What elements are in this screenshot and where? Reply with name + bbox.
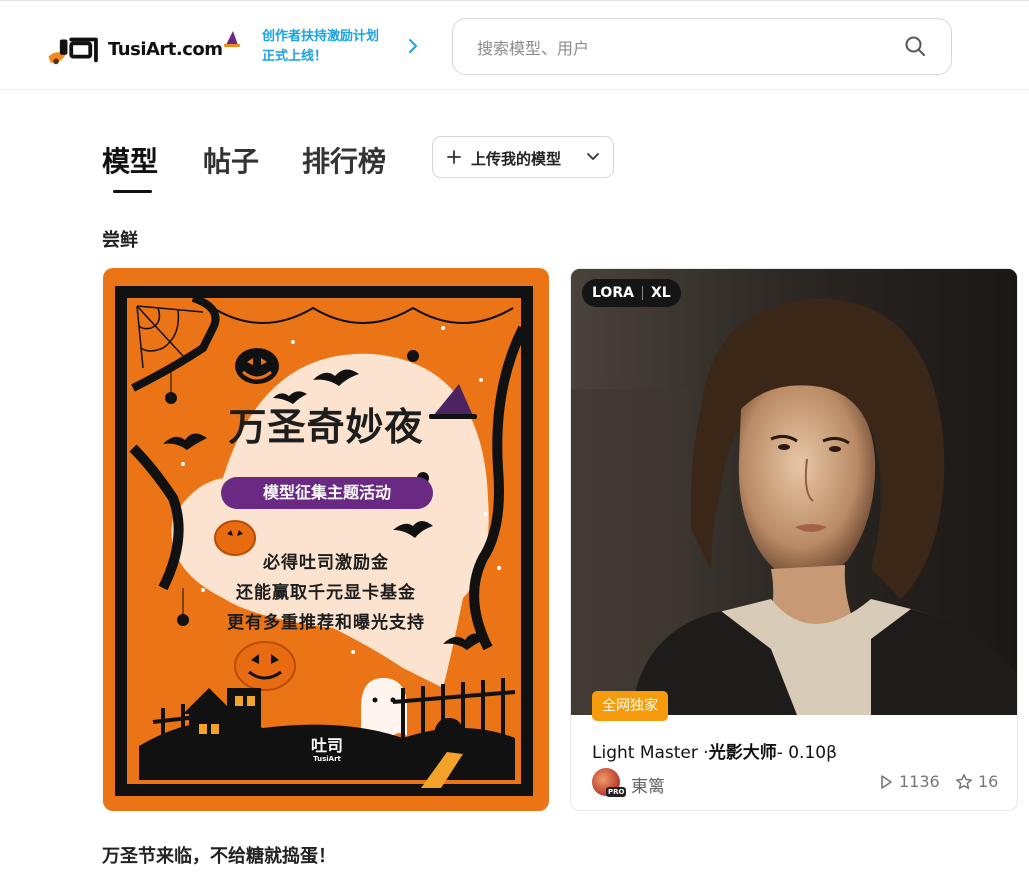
model-name-suffix: - 0.10β [776,743,837,763]
chevron-right-icon [409,39,417,53]
section-title: 尝鲜 [102,230,138,251]
witch-hat-icon [224,31,240,47]
poster-line-3: 更有多重推荐和曝光支持 [227,613,425,633]
model-cover-image: LORA XL [571,269,1017,715]
poster-title-wrap: 万圣奇妙夜 [103,396,549,451]
model-type-tag: LORA XL [582,279,681,307]
poster-title: 万圣奇妙夜 [228,405,424,449]
upload-model-label: 上传我的模型 [471,150,562,168]
pumpkin-icon [235,348,279,384]
model-name-prefix: Light Master · [592,743,709,763]
logo-text: TusiArt.com [108,38,223,60]
search-input[interactable] [477,35,877,61]
search-box[interactable] [452,18,952,75]
model-name[interactable]: Light Master ·光影大师- 0.10β [592,738,837,763]
star-icon[interactable] [955,773,973,791]
tag-lora: LORA [592,285,634,301]
star-count: 16 [978,772,999,791]
halloween-poster-art [115,286,533,796]
author-name[interactable]: 東篱 [631,772,665,797]
poster-logo: 吐司 TusiArt [307,738,347,764]
event-card-caption[interactable]: 万圣节来临，不给糖就捣蛋！ [102,842,336,868]
model-card[interactable]: LORA XL 全网独家 Light Master ·光影大师- 0.10β P… [570,268,1018,811]
play-icon [881,775,892,789]
promo-line-2: 正式上线！ [262,49,328,64]
tag-separator [641,286,643,300]
tab-posts[interactable]: 帖子 [203,140,259,180]
pumpkin-icon [234,641,296,691]
tag-xl: XL [650,285,671,301]
poster-logo-text: 吐司 [310,736,343,755]
top-header: TusiArt.com 创作者扶持激励计划 正式上线！ [0,0,1029,90]
creator-incentive-promo[interactable]: 创作者扶持激励计划 正式上线！ [262,27,422,67]
logo-mark-icon [48,37,98,65]
exclusive-badge: 全网独家 [592,691,668,721]
tab-leaderboard[interactable]: 排行榜 [302,140,386,180]
poster-line-1: 必得吐司激励金 [263,553,389,573]
model-name-bold: 光影大师 [708,743,777,763]
poster-logo-small: TusiArt [313,755,341,763]
promo-line-1: 创作者扶持激励计划 [262,29,380,44]
tab-models[interactable]: 模型 [102,140,158,180]
plus-icon [447,150,461,164]
pro-badge: PRO [606,787,627,797]
site-logo[interactable]: TusiArt.com [46,29,240,69]
portrait-illustration [571,269,1017,715]
halloween-event-card[interactable]: 万圣奇妙夜 模型征集主题活动 必得吐司激励金 还能赢取千元显卡基金 更有多重推荐… [103,268,549,811]
chevron-down-icon [587,153,599,160]
run-count: 1136 [899,772,940,791]
active-tab-indicator [113,190,152,193]
poster-badge: 模型征集主题活动 [221,477,433,509]
search-icon[interactable] [904,35,926,57]
upload-model-button[interactable]: 上传我的模型 [432,136,614,178]
poster-line-2: 还能赢取千元显卡基金 [236,583,416,603]
